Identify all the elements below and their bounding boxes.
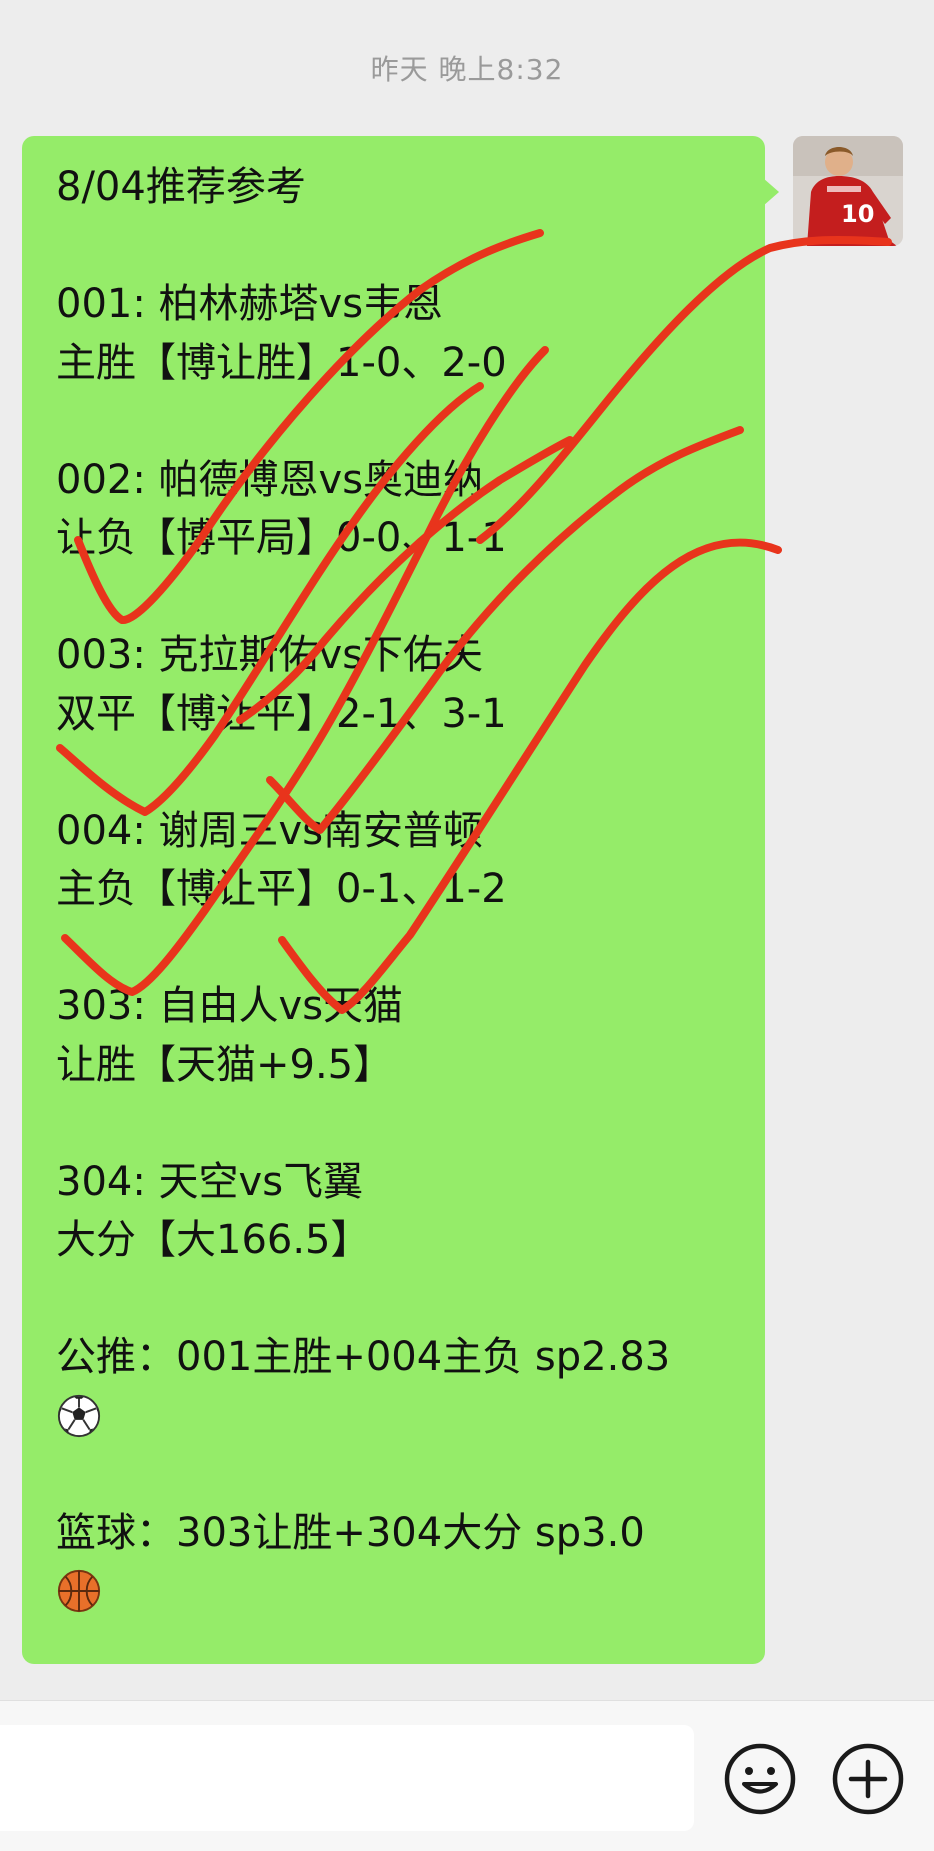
- match-303-pick: 让胜【天猫+9.5】: [56, 1041, 394, 1088]
- jersey-number: 10: [841, 200, 874, 228]
- match-003-title: 003: 克拉斯佑vs下佑夫: [56, 632, 484, 678]
- soccer-ball-icon: [57, 1394, 101, 1437]
- message-input[interactable]: [0, 1725, 694, 1831]
- bubble-tail: [763, 178, 779, 206]
- match-001-title: 001: 柏林赫塔vs韦恩: [56, 281, 444, 327]
- match-003-pick: 双平【博让平】2-1、3-1: [56, 690, 507, 737]
- avatar-image: 10: [793, 136, 903, 246]
- message-bubble[interactable]: 8/04推荐参考 001: 柏林赫塔vs韦恩 主胜【博让胜】1-0、2-0 00…: [22, 136, 765, 1664]
- football-combo: 公推：001主胜+004主负 sp2.83: [56, 1334, 671, 1380]
- match-304-title: 304: 天空vs飞翼: [56, 1158, 364, 1205]
- match-304-pick: 大分【大166.5】: [56, 1217, 371, 1263]
- basketball-icon: [57, 1570, 101, 1613]
- smiley-icon: [724, 1743, 796, 1815]
- input-bar: [0, 1700, 934, 1851]
- basketball-combo: 篮球：303让胜+304大分 sp3.0: [56, 1509, 645, 1556]
- soccer-line: [56, 1387, 743, 1446]
- plus-circle-icon: [832, 1743, 904, 1815]
- basketball-line: [56, 1562, 743, 1621]
- emoji-button[interactable]: [722, 1741, 798, 1817]
- sender-avatar[interactable]: 10: [793, 136, 903, 246]
- match-002-pick: 让负【博平局】0-0、1-1: [56, 515, 507, 561]
- message-title: 8/04推荐参考: [56, 164, 306, 210]
- match-004-pick: 主负【博让平】0-1、1-2: [56, 866, 507, 912]
- match-004-title: 004: 谢周三vs南安普顿: [56, 807, 484, 854]
- match-002-title: 002: 帕德博恩vs奥迪纳: [56, 456, 484, 503]
- chat-screen: 昨天 晚上8:32 8/04推荐参考 001: 柏林赫塔vs韦恩 主胜【博让胜】…: [0, 0, 934, 1851]
- match-303-title: 303: 自由人vs天猫: [56, 983, 404, 1029]
- message-timestamp: 昨天 晚上8:32: [370, 53, 564, 86]
- match-001-pick: 主胜【博让胜】1-0、2-0: [56, 339, 507, 386]
- more-button[interactable]: [830, 1741, 906, 1817]
